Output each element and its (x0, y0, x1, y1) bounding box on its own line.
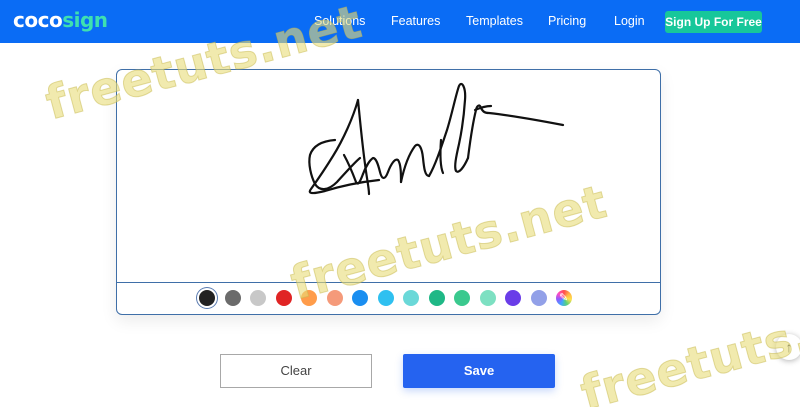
nav-templates[interactable]: Templates (466, 12, 523, 30)
color-swatch-green[interactable] (428, 290, 445, 306)
nav-login[interactable]: Login (614, 12, 645, 30)
color-swatch-salmon[interactable] (326, 290, 343, 306)
signature-canvas[interactable] (117, 70, 660, 282)
nav-solutions[interactable]: Solutions (314, 12, 365, 30)
top-navbar: cocosign Solutions Features Templates Pr… (0, 0, 800, 43)
color-swatch-mint[interactable] (479, 290, 496, 306)
save-button[interactable]: Save (403, 354, 555, 388)
cocosign-logo[interactable]: cocosign (13, 8, 108, 32)
logo-text-accent: sign (62, 8, 108, 32)
pen-icon: ✎ (559, 292, 569, 304)
color-swatch-sky-blue[interactable] (377, 290, 394, 306)
page: cocosign Solutions Features Templates Pr… (0, 0, 800, 407)
color-swatch-lavender[interactable] (530, 290, 547, 306)
color-swatch-light-teal[interactable] (403, 290, 419, 306)
nav-pricing[interactable]: Pricing (548, 12, 586, 30)
arrow-up-icon: ↑ (785, 339, 793, 355)
color-swatch-light-gray[interactable] (250, 290, 266, 306)
color-swatch-emerald[interactable] (454, 290, 470, 306)
color-swatch-black[interactable] (199, 290, 215, 306)
color-swatch-red[interactable] (275, 290, 292, 306)
logo-text-main: coco (13, 8, 63, 32)
sign-up-button[interactable]: Sign Up For Free (665, 11, 762, 33)
color-swatch-custom[interactable]: ✎ (556, 290, 572, 306)
scroll-to-top-button[interactable]: ↑ (776, 334, 800, 360)
signature-pad: ✎ (116, 69, 661, 315)
color-swatch-blue[interactable] (352, 290, 368, 306)
signature-stroke (308, 82, 565, 196)
color-swatch-orange[interactable] (301, 290, 317, 306)
color-palette: ✎ (117, 283, 660, 314)
color-swatch-purple[interactable] (505, 290, 521, 306)
signature-drawing (308, 82, 565, 196)
color-swatch-dark-gray[interactable] (224, 290, 241, 306)
nav-features[interactable]: Features (391, 12, 440, 30)
clear-button[interactable]: Clear (220, 354, 372, 388)
